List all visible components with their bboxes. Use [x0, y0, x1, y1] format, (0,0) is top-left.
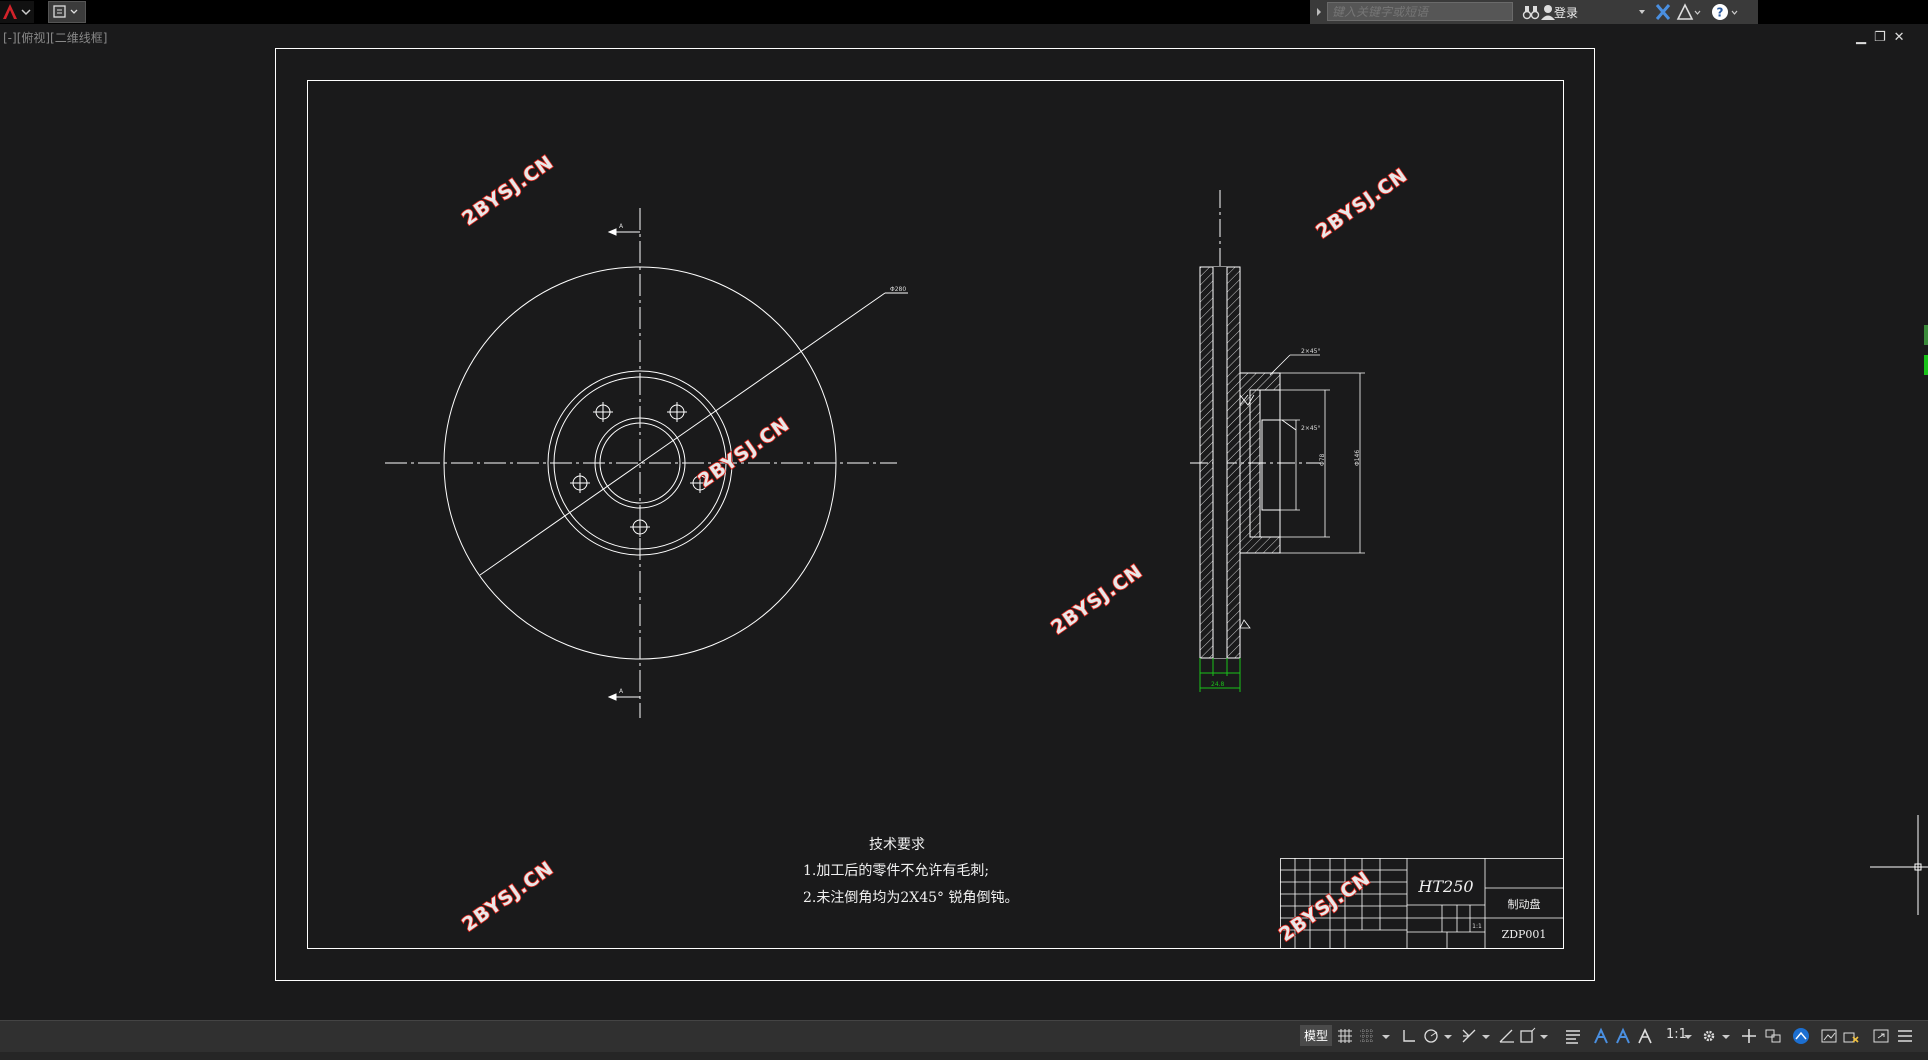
polar-tracking-icon[interactable] — [1422, 1027, 1440, 1045]
ortho-icon[interactable] — [1400, 1027, 1418, 1045]
units-icon[interactable] — [1764, 1027, 1782, 1045]
status-bar: 模型 1:1 — [0, 1020, 1928, 1053]
bottom-strip — [0, 1052, 1928, 1060]
isolate-objects-icon[interactable] — [1820, 1027, 1838, 1045]
scale-dropdown-icon[interactable] — [1682, 1027, 1694, 1045]
watermark: 2BYSJ.CN — [458, 857, 558, 936]
object-snap-dropdown-icon[interactable] — [1538, 1027, 1550, 1045]
chamfer-label-1: 2×45° — [1301, 348, 1320, 355]
workspace-dropdown-icon[interactable] — [1720, 1027, 1732, 1045]
bore-diameter-label: Φ78 — [1319, 453, 1326, 466]
watermark: 2BYSJ.CN — [694, 413, 794, 492]
diameter-leader — [479, 292, 886, 576]
lineweight-icon[interactable] — [1564, 1027, 1582, 1045]
section-label-bottom: A — [619, 688, 624, 695]
part-name-label: 制动盘 — [1508, 897, 1541, 911]
annotation-visibility-icon[interactable] — [1592, 1027, 1610, 1045]
section-view — [1190, 190, 1365, 692]
object-snap-tracking-icon[interactable] — [1498, 1027, 1516, 1045]
navigation-bar-indicator[interactable] — [1924, 325, 1928, 345]
watermark: 2BYSJ.CN — [1275, 867, 1375, 946]
clean-screen-lock-icon[interactable] — [1842, 1027, 1860, 1045]
tech-req-title: 技术要求 — [869, 837, 925, 853]
snap-icon[interactable] — [1358, 1027, 1376, 1045]
fullscreen-icon[interactable] — [1872, 1027, 1890, 1045]
tech-req-line-2: 2.未注倒角均为2X45° 锐角倒钝。 — [803, 890, 1019, 906]
scale-value: 1:1 — [1472, 923, 1482, 930]
watermark: 2BYSJ.CN — [1312, 164, 1412, 243]
tech-req-line-1: 1.加工后的零件不允许有毛刺; — [803, 863, 989, 879]
annotation-monitor-icon[interactable] — [1740, 1027, 1758, 1045]
isodraft-dropdown-icon[interactable] — [1480, 1027, 1492, 1045]
front-view — [385, 208, 908, 718]
thickness-label: 24.8 — [1211, 681, 1225, 688]
isodraft-icon[interactable] — [1460, 1027, 1478, 1045]
hardware-acceleration-icon[interactable] — [1792, 1027, 1810, 1045]
grid-icon[interactable] — [1336, 1027, 1354, 1045]
snap-dropdown-icon[interactable] — [1380, 1027, 1392, 1045]
drawing-canvas[interactable]: Φ280 A A 2×45° 2×45° 24.8 Φ146 Φ78 技术要求 … — [0, 0, 1928, 1020]
watermark: 2BYSJ.CN — [1047, 560, 1147, 639]
material-label: HT250 — [1417, 877, 1473, 896]
auto-scale-icon[interactable] — [1614, 1027, 1632, 1045]
workspace-gear-icon[interactable] — [1700, 1027, 1718, 1045]
hub-diameter-label: Φ146 — [1354, 450, 1361, 466]
watermark: 2BYSJ.CN — [458, 151, 558, 230]
chamfer-label-2: 2×45° — [1301, 425, 1320, 432]
navigation-bar-indicator-active[interactable] — [1924, 355, 1928, 375]
section-label-top: A — [619, 223, 624, 230]
drawing-number-label: ZDP001 — [1502, 928, 1547, 941]
annotation-scale-icon[interactable] — [1636, 1027, 1654, 1045]
outer-diameter-label: Φ280 — [890, 286, 906, 293]
crosshair-cursor — [1870, 815, 1928, 915]
model-space-tab[interactable]: 模型 — [1300, 1025, 1333, 1046]
object-snap-icon[interactable] — [1518, 1027, 1536, 1045]
customization-menu-icon[interactable] — [1896, 1027, 1914, 1045]
polar-dropdown-icon[interactable] — [1442, 1027, 1454, 1045]
